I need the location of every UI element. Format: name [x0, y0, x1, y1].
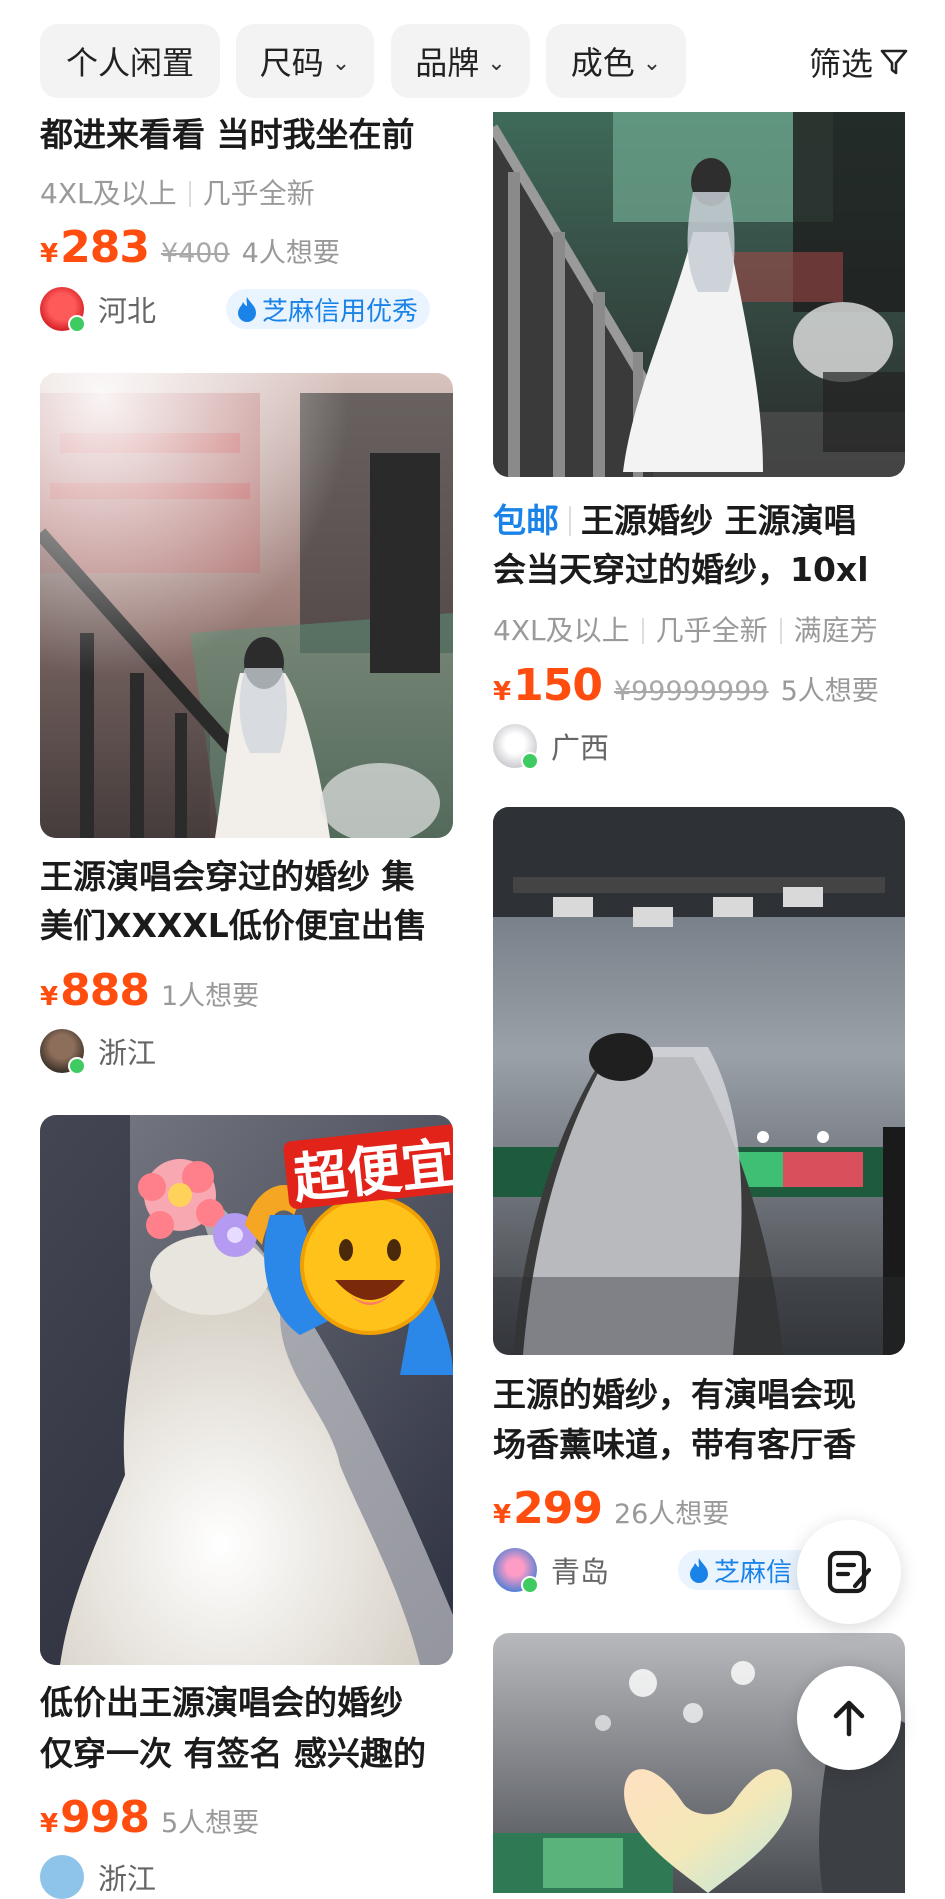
tag-condition: 几乎全新: [655, 614, 768, 647]
credit-label: 芝麻信: [714, 1557, 793, 1588]
flame-icon: [690, 1558, 708, 1583]
chip-label: 个人闲置: [65, 44, 194, 82]
bridal-gown-photo: 超便宜: [40, 1115, 453, 1665]
original-price: ¥99999999: [613, 676, 769, 707]
price-row: ¥ 998 5人想要: [40, 1792, 259, 1843]
price-row: ¥ 299 26人想要: [493, 1483, 729, 1534]
seller-info[interactable]: 青岛: [493, 1548, 610, 1594]
filter-button[interactable]: 筛选: [809, 32, 909, 92]
seller-region: 河北: [98, 294, 157, 328]
product-tags: 4XL及以上 几乎全新 满庭芳: [493, 609, 878, 649]
flame-icon: [238, 297, 256, 322]
want-count: 5人想要: [780, 676, 879, 707]
price-row: ¥ 150 ¥99999999 5人想要: [493, 660, 879, 711]
product-title-line2[interactable]: 会当天穿过的婚纱，10xl: [493, 545, 913, 594]
price-value: 299: [513, 1483, 603, 1534]
funnel-icon: [880, 49, 908, 75]
product-title-line2[interactable]: 美们XXXXL低价便宜出售: [40, 901, 450, 950]
want-count: 4人想要: [241, 238, 340, 269]
avatar: [40, 1029, 86, 1075]
seller-region: 广西: [551, 731, 610, 765]
chip-label: 成色: [570, 44, 635, 82]
seller-info[interactable]: 浙江: [40, 1855, 156, 1899]
price-row: ¥ 888 1人想要: [40, 965, 259, 1016]
arena-stairs-photo: [493, 112, 905, 477]
chevron-down-icon: ⌄: [487, 50, 506, 76]
filter-bar: 个人闲置 尺码 ⌄ 品牌 ⌄ 成色 ⌄ 筛选: [0, 0, 945, 112]
product-photo[interactable]: [493, 807, 905, 1355]
back-to-top-button[interactable]: [797, 1666, 901, 1770]
price-value: 998: [60, 1792, 150, 1843]
product-title-line2[interactable]: 仅穿一次 有签名 感兴趣的: [40, 1729, 450, 1778]
product-photo[interactable]: 超便宜: [40, 1115, 453, 1665]
avatar: [493, 1548, 539, 1594]
seller-region: 浙江: [98, 1036, 157, 1070]
chevron-down-icon: ⌄: [331, 50, 351, 76]
product-title-line1[interactable]: 王源的婚纱，有演唱会现: [493, 1370, 913, 1419]
want-count: 5人想要: [160, 1808, 260, 1839]
product-title[interactable]: 都进来看看 当时我坐在前: [40, 110, 450, 159]
currency-symbol: ¥: [493, 677, 512, 707]
chip-label: 尺码: [259, 44, 324, 82]
chevron-down-icon: ⌄: [642, 50, 662, 76]
price-row: ¥ 283 ¥400 4人想要: [40, 222, 340, 273]
price-value: 150: [513, 660, 603, 711]
credit-badge: 芝麻信用优秀: [226, 289, 431, 329]
concert-veil-photo: [493, 807, 905, 1355]
product-title-line1[interactable]: 包邮 王源婚纱 王源演唱: [493, 496, 913, 545]
arrow-up-icon: [833, 1700, 865, 1737]
currency-symbol: ¥: [493, 1500, 512, 1530]
currency-symbol: ¥: [40, 239, 59, 269]
avatar: [40, 1855, 84, 1899]
product-tags: 4XL及以上 几乎全新: [40, 172, 315, 212]
tag-size: 4XL及以上: [493, 614, 630, 647]
avatar: [493, 724, 539, 770]
product-photo[interactable]: [40, 373, 453, 838]
chip-size[interactable]: 尺码 ⌄: [236, 24, 374, 98]
chip-condition[interactable]: 成色 ⌄: [546, 24, 686, 98]
want-count: 26人想要: [613, 1499, 730, 1530]
product-title-line2[interactable]: 场香薰味道，带有客厅香: [493, 1420, 913, 1469]
seller-info[interactable]: 广西: [493, 724, 610, 770]
note-edit-icon: [827, 1550, 872, 1594]
price-value: 888: [60, 965, 150, 1016]
chip-brand[interactable]: 品牌 ⌄: [391, 24, 530, 98]
title-text: 王源婚纱 王源演唱: [581, 501, 857, 540]
seller-info[interactable]: 浙江: [40, 1029, 157, 1075]
price-value: 283: [60, 222, 150, 273]
product-title-line1[interactable]: 低价出王源演唱会的婚纱: [40, 1678, 450, 1727]
seller-region: 青岛: [551, 1555, 610, 1589]
avatar: [40, 287, 86, 333]
seller-region: 浙江: [98, 1862, 157, 1896]
product-photo[interactable]: [493, 112, 905, 477]
tag-condition: 几乎全新: [202, 177, 315, 210]
chip-personal-idle[interactable]: 个人闲置: [40, 24, 220, 98]
post-note-button[interactable]: [797, 1520, 901, 1624]
want-count: 1人想要: [160, 981, 260, 1012]
chip-label: 品牌: [415, 44, 480, 82]
filter-label: 筛选: [808, 45, 873, 83]
seller-info[interactable]: 河北: [40, 287, 157, 333]
currency-symbol: ¥: [40, 1809, 59, 1839]
currency-symbol: ¥: [40, 982, 59, 1012]
credit-label: 芝麻信用优秀: [262, 296, 419, 327]
original-price: ¥400: [160, 238, 230, 269]
tag-brand: 满庭芳: [793, 614, 878, 647]
tag-size: 4XL及以上: [40, 177, 177, 210]
free-shipping-tag: 包邮: [493, 501, 559, 540]
arena-wedding-photo: [40, 373, 453, 838]
product-title-line1[interactable]: 王源演唱会穿过的婚纱 集: [40, 852, 450, 901]
